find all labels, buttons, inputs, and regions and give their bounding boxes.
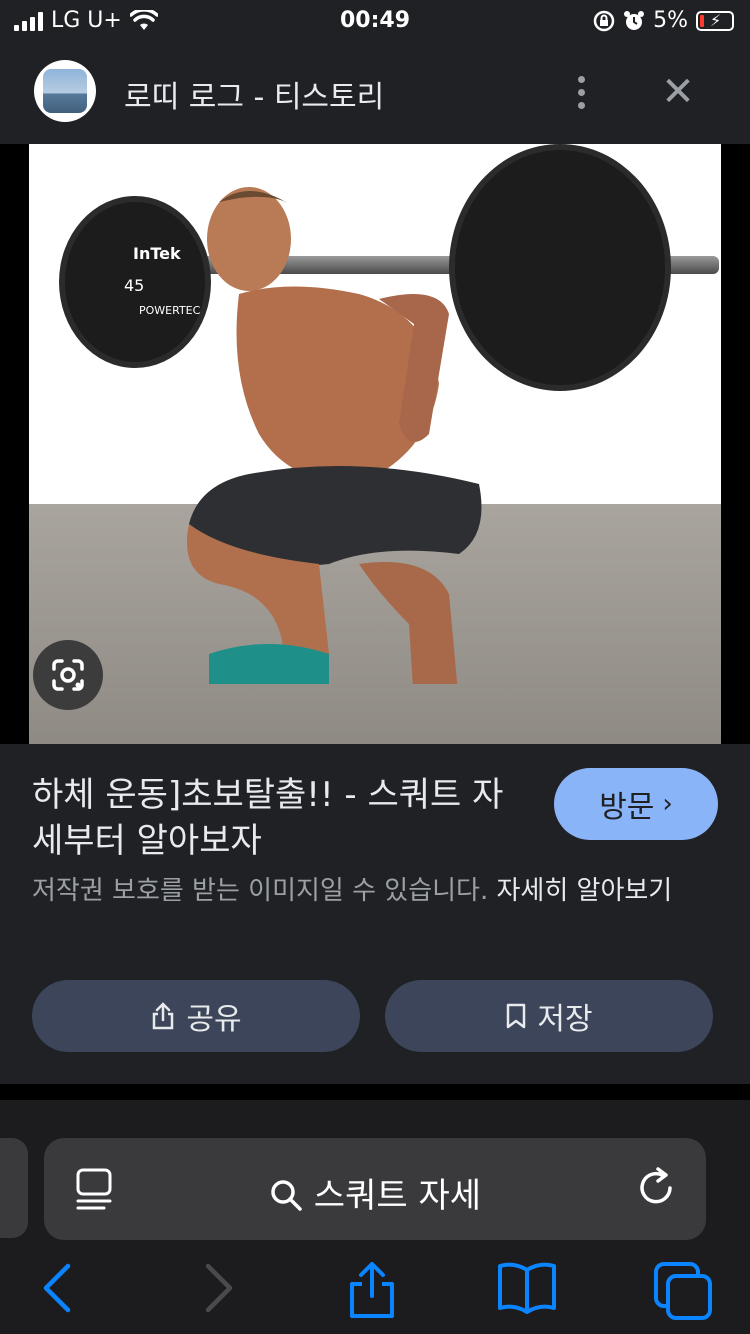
save-button[interactable]: 저장 — [385, 980, 713, 1052]
bookmarks-icon[interactable] — [496, 1260, 558, 1316]
share-sheet-icon[interactable] — [346, 1260, 398, 1320]
status-right: 5% ⚡ — [593, 8, 734, 33]
learn-more-link[interactable]: 자세히 알아보기 — [497, 876, 673, 906]
site-favicon — [34, 60, 96, 122]
result-title[interactable]: 하체 운동]초보탈출!! - 스쿼트 자세부터 알아보자 — [32, 772, 522, 864]
battery-icon: ⚡ — [696, 10, 734, 31]
more-options-icon[interactable] — [566, 72, 596, 112]
tabs-icon[interactable] — [652, 1260, 714, 1320]
save-label: 저장 — [537, 1002, 593, 1037]
lens-icon — [52, 659, 84, 691]
search-query: 스쿼트 자세 — [313, 1176, 482, 1216]
back-icon[interactable] — [40, 1260, 74, 1316]
athlete-figure — [187, 187, 482, 684]
chevron-right-icon: › — [662, 789, 673, 819]
google-lens-button[interactable] — [33, 640, 103, 710]
squat-photo[interactable]: 45 POWERTEC InTek — [29, 144, 721, 744]
address-text: 스쿼트 자세 — [44, 1168, 706, 1217]
share-icon — [153, 1002, 174, 1030]
address-bar[interactable]: 스쿼트 자세 — [44, 1138, 706, 1240]
source-title[interactable]: 로띠 로그 - 티스토리 — [124, 72, 384, 116]
share-button[interactable]: 공유 — [32, 980, 360, 1052]
alarm-icon — [624, 10, 645, 30]
orientation-lock-icon — [593, 10, 615, 31]
copyright-notice: 저작권 보호를 받는 이미지일 수 있습니다. 자세히 알아보기 — [32, 872, 722, 910]
battery-percent: 5% — [653, 8, 688, 33]
reload-icon[interactable] — [636, 1166, 680, 1212]
forward-icon[interactable] — [202, 1260, 236, 1316]
search-icon — [271, 1180, 302, 1211]
viewer-header: 로띠 로그 - 티스토리 ✕ — [0, 44, 750, 144]
plate-weight-label: 45 — [124, 276, 145, 295]
plate-logo-label: InTek — [133, 244, 181, 263]
visit-button[interactable]: 방문 › — [554, 768, 718, 840]
section-divider — [0, 1084, 750, 1100]
visit-label: 방문 — [599, 790, 655, 825]
copyright-text: 저작권 보호를 받는 이미지일 수 있습니다. — [32, 876, 489, 906]
status-bar: LG U+ 00:49 5% ⚡ — [0, 0, 750, 44]
share-label: 공유 — [186, 1002, 242, 1037]
bookmark-icon — [507, 1003, 526, 1029]
result-info-panel: 하체 운동]초보탈출!! - 스쿼트 자세부터 알아보자 방문 › 저작권 보호… — [0, 744, 750, 1084]
browser-toolbar: 스쿼트 자세 — [0, 1100, 750, 1334]
image-viewer: 45 POWERTEC InTek — [0, 144, 750, 744]
close-icon[interactable]: ✕ — [656, 72, 700, 116]
previous-tab-edge[interactable] — [0, 1138, 28, 1238]
